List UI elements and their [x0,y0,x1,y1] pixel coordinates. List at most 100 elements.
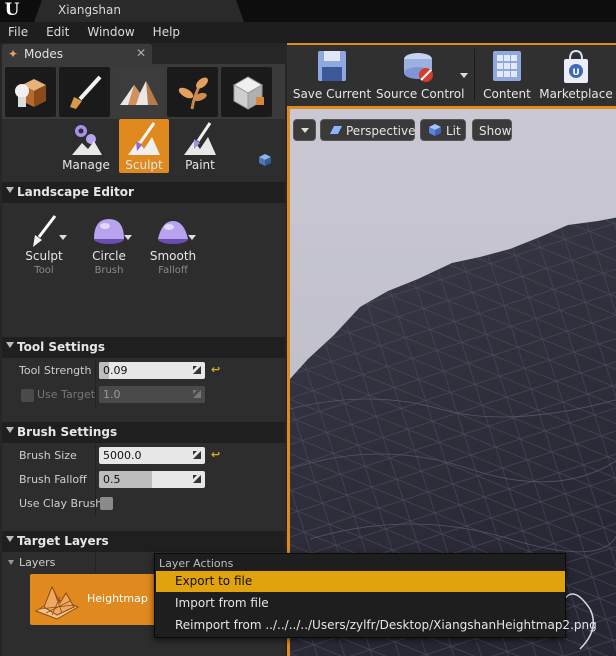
sculpt-tool-dropdown[interactable]: Sculpt Tool [14,209,74,281]
use-target-value: 1.0 [103,388,121,401]
menu-edit[interactable]: Edit [37,22,78,43]
manage-icon [72,125,102,155]
column-divider [95,383,96,407]
reimport-item[interactable]: Reimport from ../../../../Users/zylfr/De… [156,615,597,636]
brush-settings-header[interactable]: Brush Settings [2,422,285,443]
menu-window[interactable]: Window [78,22,143,43]
tool-settings-title: Tool Settings [17,340,106,354]
lit-label: Lit [446,124,461,138]
circle-brush-title: Circle [92,249,126,263]
chevron-down-icon[interactable] [460,73,468,78]
smooth-falloff-sub: Falloff [158,265,188,276]
show-button[interactable]: Show [472,119,512,141]
save-current-button[interactable]: Save Current [290,45,374,106]
modes-tab[interactable]: ✦ Modes ✕ [2,44,152,64]
landscape-gizmo-icon[interactable] [258,153,272,167]
sculpt-icon [128,122,160,155]
lit-button[interactable]: Lit [420,119,466,141]
export-to-file-item[interactable]: Export to file [156,571,565,592]
manage-tool-mode[interactable]: Manage [61,119,111,173]
perspective-icon [330,126,342,134]
close-icon[interactable]: ✕ [136,46,146,60]
landscape-tools: Sculpt Tool Circle Brush Smooth Falloff [2,203,285,281]
marketplace-label: Marketplace [539,87,613,101]
smooth-falloff-dropdown[interactable]: Smooth Falloff [143,209,203,281]
chevron-down-icon [301,128,309,133]
use-target-label: Use Target [37,388,96,401]
brush-size-label: Brush Size [19,449,77,462]
circle-brush-dropdown[interactable]: Circle Brush [79,209,139,281]
place-icon [15,79,46,107]
use-target-row: Use Target 1.0 [2,383,285,407]
viewport-options-button[interactable] [293,119,316,141]
unreal-logo-icon[interactable]: U [2,0,22,20]
manage-label: Manage [62,158,110,172]
landscape-mode-button[interactable] [113,67,164,117]
paint-tool-mode[interactable]: Paint [175,119,225,173]
column-divider [95,444,96,468]
marketplace-icon: U [564,49,588,83]
foliage-mode-button[interactable] [167,67,218,117]
chevron-down-icon [6,536,14,542]
reset-to-default-icon[interactable]: ↩ [211,363,220,376]
menu-bar: File Edit Window Help [0,22,616,43]
smooth-falloff-title: Smooth [149,249,197,263]
chevron-down-icon [6,427,14,433]
landscape-editor-header[interactable]: Landscape Editor [2,182,285,203]
menu-file[interactable]: File [0,22,37,43]
document-tab-title: Xiangshan [58,3,121,17]
modes-tab-label: Modes [24,47,63,61]
sculpt-label: Sculpt [125,158,163,172]
landscape-editor-title: Landscape Editor [17,185,134,199]
save-current-label: Save Current [292,87,372,101]
content-label: Content [483,87,531,101]
paint-mode-button[interactable] [59,67,110,117]
paint-mode-icon [184,122,216,155]
foliage-icon [178,77,208,110]
tool-strength-label: Tool Strength [19,364,92,377]
tool-settings-header[interactable]: Tool Settings [2,337,285,358]
paint-label: Paint [185,158,215,172]
source-control-label: Source Control [376,87,465,101]
drag-handle-icon [193,366,201,374]
layer-actions-header: Layer Actions [159,557,234,570]
brush-falloff-label: Brush Falloff [19,473,87,486]
source-control-icon [404,53,433,82]
tool-strength-field[interactable]: 0.09 [99,362,205,379]
brush-falloff-row: Brush Falloff 0.5 [2,468,285,492]
content-button[interactable]: Content [477,45,537,106]
target-layers-header[interactable]: Target Layers [2,531,285,552]
perspective-button[interactable]: Perspective [320,119,416,141]
heightmap-thumbnail-icon [34,585,80,620]
sculpt-tool-mode[interactable]: Sculpt [119,119,169,173]
reset-to-default-icon[interactable]: ↩ [211,448,220,461]
geometry-icon [232,76,264,110]
menu-help[interactable]: Help [144,22,189,43]
column-divider [95,553,96,573]
heightmap-layer-label: Heightmap [87,592,148,605]
document-tab[interactable]: Xiangshan [34,0,244,22]
brush-size-value: 5000.0 [103,449,142,462]
chevron-down-icon[interactable] [8,560,14,565]
use-target-checkbox[interactable] [21,389,34,402]
brush-settings-title: Brush Settings [17,425,118,439]
brush-falloff-field[interactable]: 0.5 [99,471,205,488]
lit-icon [429,124,441,136]
drag-handle-icon [193,390,201,398]
svg-text:U: U [572,68,579,78]
tool-strength-row: Tool Strength 0.09 ↩ [2,359,285,383]
show-label: Show [479,124,512,138]
column-divider [95,468,96,492]
use-clay-brush-checkbox[interactable] [100,497,113,510]
layer-actions-menu: Layer Actions Export to file Import from… [154,553,597,638]
brush-size-field[interactable]: 5000.0 [99,447,205,464]
geometry-mode-button[interactable] [221,67,272,117]
import-from-file-item[interactable]: Import from file [156,593,565,614]
use-target-field[interactable]: 1.0 [99,386,205,403]
place-mode-button[interactable] [5,67,56,117]
perspective-label: Perspective [346,124,416,138]
landscape-icon [120,81,158,105]
marketplace-button[interactable]: U Marketplace [537,45,615,106]
circle-brush-icon [94,219,124,244]
source-control-button[interactable]: Source Control [376,45,465,106]
